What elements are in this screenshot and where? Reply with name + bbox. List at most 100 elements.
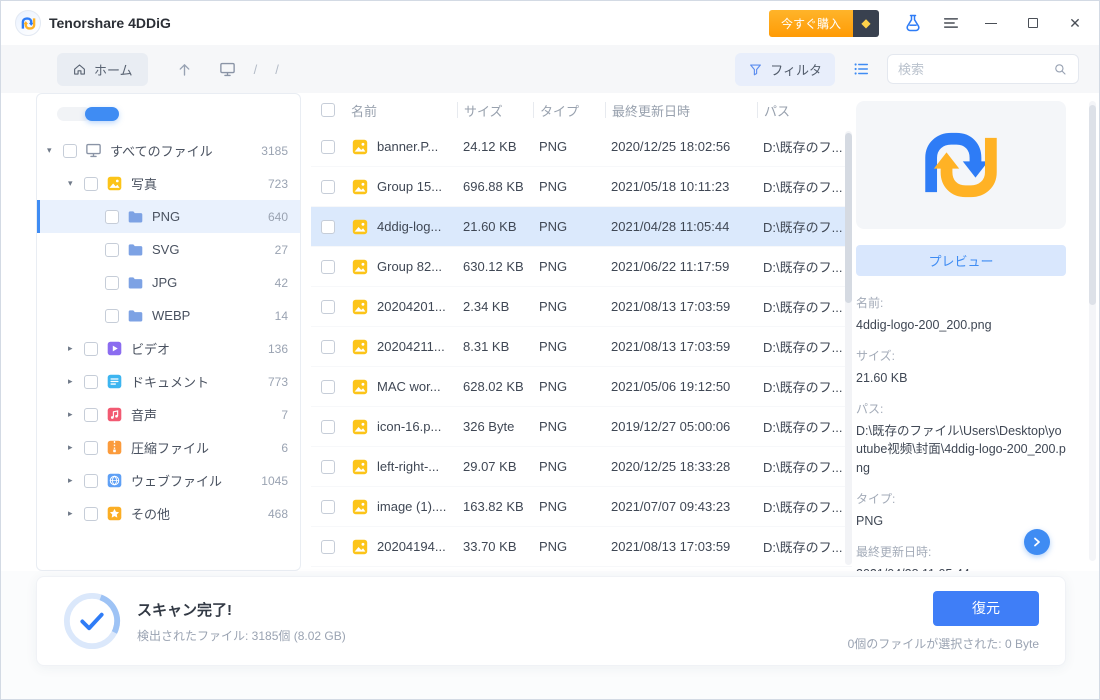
- column-header-modified[interactable]: 最終更新日時: [605, 102, 757, 118]
- file-row[interactable]: MAC wor... 628.02 KB PNG 2021/05/06 19:1…: [311, 367, 852, 407]
- checkbox[interactable]: [84, 341, 98, 356]
- panel-scrollbar-thumb[interactable]: [1089, 105, 1096, 305]
- maximize-button[interactable]: [1019, 9, 1047, 37]
- file-name: 20204194...: [377, 539, 446, 554]
- expand-arrow-icon[interactable]: ▾: [68, 178, 84, 189]
- menu-icon[interactable]: [939, 11, 963, 35]
- checkbox[interactable]: [321, 459, 335, 474]
- folder-icon: [127, 274, 144, 291]
- file-row[interactable]: image (1).... 163.82 KB PNG 2021/07/07 0…: [311, 487, 852, 527]
- tree-item[interactable]: PNG 640: [37, 200, 300, 233]
- expand-arrow-icon[interactable]: ▸: [68, 343, 84, 354]
- file-row[interactable]: 4ddig-log... 21.60 KB PNG 2021/04/28 11:…: [311, 207, 852, 247]
- file-row[interactable]: banner.P... 24.12 KB PNG 2020/12/25 18:0…: [311, 127, 852, 167]
- tree-item[interactable]: ▸ ビデオ 136: [37, 332, 300, 365]
- close-button[interactable]: ✕: [1061, 9, 1089, 37]
- tree-item[interactable]: ▸ 音声 7: [37, 398, 300, 431]
- checkbox[interactable]: [321, 219, 335, 234]
- search-input[interactable]: [898, 61, 1053, 77]
- checkbox[interactable]: [63, 143, 77, 158]
- lab-flask-icon[interactable]: [901, 11, 925, 35]
- file-row[interactable]: icon-16.p... 326 Byte PNG 2019/12/27 05:…: [311, 407, 852, 447]
- checkbox[interactable]: [84, 176, 98, 191]
- checkbox[interactable]: [321, 259, 335, 274]
- minimize-button[interactable]: [977, 9, 1005, 37]
- file-type: PNG: [539, 259, 568, 274]
- table-scrollbar-thumb[interactable]: [845, 133, 852, 303]
- expand-arrow-icon[interactable]: ▸: [68, 508, 84, 519]
- file-row[interactable]: left-right-... 29.07 KB PNG 2020/12/25 1…: [311, 447, 852, 487]
- file-row[interactable]: Group 15... 696.88 KB PNG 2021/05/18 10:…: [311, 167, 852, 207]
- expand-arrow-icon[interactable]: ▾: [47, 145, 63, 156]
- tree-item-label: ドキュメント: [131, 375, 210, 390]
- tree-item-label: WEBP: [152, 308, 191, 323]
- expand-arrow-icon[interactable]: ▸: [68, 376, 84, 387]
- column-header-size[interactable]: サイズ: [457, 102, 533, 118]
- column-header-type[interactable]: タイプ: [533, 102, 605, 118]
- column-header-path[interactable]: パス: [757, 102, 852, 118]
- expand-arrow-icon[interactable]: ▸: [68, 475, 84, 486]
- expand-arrow-icon[interactable]: ▸: [68, 409, 84, 420]
- tree-item[interactable]: WEBP 14: [37, 299, 300, 332]
- file-path: D:\既存のフ...: [763, 340, 843, 355]
- checkbox[interactable]: [321, 299, 335, 314]
- checkbox[interactable]: [321, 499, 335, 514]
- chevron-right-icon: [1034, 537, 1040, 547]
- column-header-name[interactable]: 名前: [345, 102, 457, 119]
- breadcrumb-item[interactable]: [245, 62, 267, 77]
- file-name: 20204201...: [377, 299, 446, 314]
- checkbox[interactable]: [321, 139, 335, 154]
- scan-complete-icon: [63, 592, 121, 650]
- search-icon[interactable]: [1053, 62, 1068, 77]
- tree-item[interactable]: ▾ すべてのファイル 3185: [37, 134, 300, 167]
- file-row[interactable]: 20204201... 2.34 KB PNG 2021/08/13 17:03…: [311, 287, 852, 327]
- tree-item[interactable]: JPG 42: [37, 266, 300, 299]
- checkbox[interactable]: [321, 179, 335, 194]
- select-all-checkbox[interactable]: [321, 103, 335, 117]
- buy-now-button[interactable]: 今すぐ購入 ◆: [768, 9, 879, 37]
- checkbox[interactable]: [321, 339, 335, 354]
- file-row[interactable]: Group 82... 630.12 KB PNG 2021/06/22 11:…: [311, 247, 852, 287]
- checkbox[interactable]: [321, 419, 335, 434]
- file-size: 8.31 KB: [463, 339, 510, 354]
- breadcrumb-item[interactable]: [266, 62, 288, 77]
- restore-button[interactable]: 復元: [933, 590, 1039, 626]
- file-size: 696.88 KB: [463, 179, 524, 194]
- photo-icon: [351, 338, 369, 356]
- checkbox[interactable]: [105, 242, 119, 257]
- checkbox[interactable]: [321, 539, 335, 554]
- tree-item[interactable]: ▸ ウェブファイル 1045: [37, 464, 300, 497]
- checkbox[interactable]: [105, 275, 119, 290]
- checkbox[interactable]: [321, 379, 335, 394]
- checkbox[interactable]: [105, 209, 119, 224]
- checkbox[interactable]: [84, 407, 98, 422]
- file-row[interactable]: 20204194... 33.70 KB PNG 2021/08/13 17:0…: [311, 527, 852, 567]
- checkbox[interactable]: [84, 506, 98, 521]
- tree-item[interactable]: ▸ 圧縮ファイル 6: [37, 431, 300, 464]
- file-tree: ▾ すべてのファイル 3185 ▾ 写真 723 PNG 640 SVG 27 …: [37, 134, 300, 530]
- file-size: 628.02 KB: [463, 379, 524, 394]
- checkbox[interactable]: [84, 374, 98, 389]
- list-view-icon[interactable]: [847, 55, 875, 83]
- filter-button[interactable]: フィルタ: [735, 52, 835, 86]
- expand-arrow-icon[interactable]: ▸: [68, 442, 84, 453]
- file-size: 326 Byte: [463, 419, 515, 434]
- music-icon: [106, 406, 123, 423]
- photo-icon: [351, 538, 369, 556]
- checkbox[interactable]: [84, 440, 98, 455]
- tree-item[interactable]: ▾ 写真 723: [37, 167, 300, 200]
- checkbox[interactable]: [105, 308, 119, 323]
- sidebar-tab[interactable]: [85, 107, 119, 121]
- file-row[interactable]: 20204211... 8.31 KB PNG 2021/08/13 17:03…: [311, 327, 852, 367]
- navigate-up-button[interactable]: [176, 61, 193, 78]
- next-file-button[interactable]: [1024, 529, 1050, 555]
- file-type: PNG: [539, 459, 568, 474]
- tree-item-count: 773: [267, 374, 288, 389]
- home-button[interactable]: ホーム: [57, 52, 148, 86]
- tree-item[interactable]: SVG 27: [37, 233, 300, 266]
- tree-item[interactable]: ▸ その他 468: [37, 497, 300, 530]
- scan-status-card: スキャン完了! 検出されたファイル: 3185個 (8.02 GB) 復元 0個…: [36, 576, 1066, 666]
- preview-button[interactable]: プレビュー: [856, 245, 1066, 276]
- checkbox[interactable]: [84, 473, 98, 488]
- tree-item[interactable]: ▸ ドキュメント 773: [37, 365, 300, 398]
